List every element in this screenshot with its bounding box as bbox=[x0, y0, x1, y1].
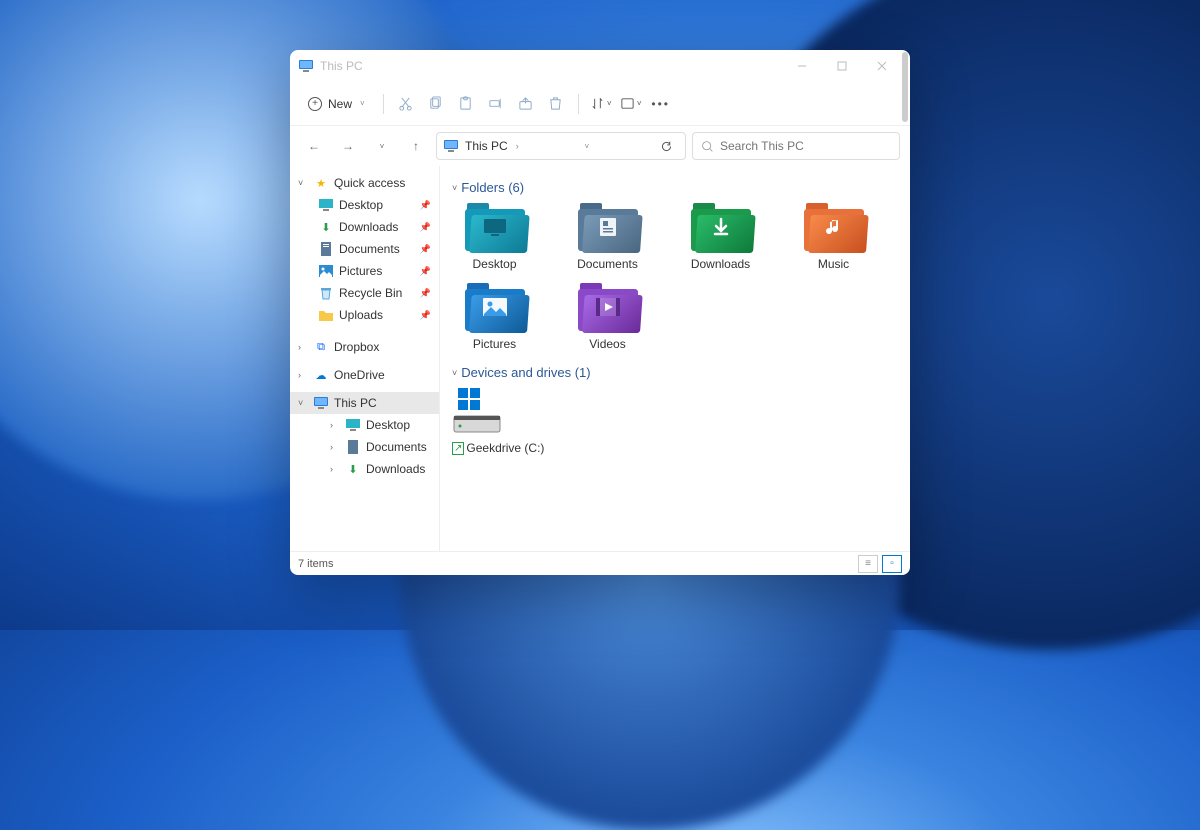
sidebar-item-onedrive[interactable]: ›☁OneDrive bbox=[290, 364, 439, 386]
sidebar-item-recyclebin[interactable]: Recycle Bin📌 bbox=[290, 282, 439, 304]
minimize-button[interactable] bbox=[782, 50, 822, 82]
chevron-right-icon: › bbox=[298, 370, 308, 380]
rename-button[interactable] bbox=[484, 92, 508, 116]
pin-icon: 📌 bbox=[420, 244, 431, 255]
address-bar[interactable]: This PC› ˅ bbox=[436, 132, 686, 160]
group-header-folders[interactable]: ˅Folders (6) bbox=[452, 180, 898, 195]
cut-button[interactable] bbox=[394, 92, 418, 116]
paste-button[interactable] bbox=[454, 92, 478, 116]
download-icon: ⬇ bbox=[318, 219, 334, 235]
chevron-right-icon: › bbox=[330, 442, 340, 452]
folder-music[interactable]: Music bbox=[791, 201, 876, 271]
explorer-window: This PC + New ˅ ˅ ˅ ••• ← → ˅ ↑ bbox=[290, 50, 910, 575]
videos-folder-icon bbox=[576, 281, 640, 333]
desktop-folder-icon bbox=[463, 201, 527, 253]
sidebar-item-desktop[interactable]: Desktop📌 bbox=[290, 194, 439, 216]
content-pane: ˅Folders (6) Desktop Documents Downloads… bbox=[440, 166, 910, 551]
recycle-icon bbox=[318, 285, 334, 301]
pin-icon: 📌 bbox=[420, 200, 431, 211]
document-icon bbox=[345, 439, 361, 455]
refresh-button[interactable] bbox=[655, 134, 679, 158]
chevron-down-icon: ˅ bbox=[452, 183, 457, 193]
download-icon: ⬇ bbox=[345, 461, 361, 477]
drive-icon bbox=[452, 386, 502, 439]
downloads-folder-icon bbox=[689, 201, 753, 253]
chevron-down-icon: ˅ bbox=[452, 368, 457, 378]
sidebar-item-pc-downloads[interactable]: ›⬇Downloads bbox=[290, 458, 439, 480]
sort-button[interactable]: ˅ bbox=[589, 92, 613, 116]
folder-videos[interactable]: Videos bbox=[565, 281, 650, 351]
sidebar-item-thispc[interactable]: ˅This PC bbox=[290, 392, 439, 414]
new-button[interactable]: + New ˅ bbox=[300, 93, 373, 115]
pin-icon: 📌 bbox=[420, 310, 431, 321]
folder-icon bbox=[318, 307, 334, 323]
thispc-icon bbox=[443, 138, 459, 154]
sidebar-item-pc-desktop[interactable]: ›Desktop bbox=[290, 414, 439, 436]
maximize-button[interactable] bbox=[822, 50, 862, 82]
sidebar-item-documents[interactable]: Documents📌 bbox=[290, 238, 439, 260]
search-input[interactable] bbox=[720, 139, 891, 153]
folder-documents[interactable]: Documents bbox=[565, 201, 650, 271]
chevron-right-icon: › bbox=[298, 342, 308, 352]
recent-button[interactable]: ˅ bbox=[368, 132, 396, 160]
chevron-down-icon: ˅ bbox=[298, 398, 308, 408]
pin-icon: 📌 bbox=[420, 222, 431, 233]
desktop-icon bbox=[345, 417, 361, 433]
back-button[interactable]: ← bbox=[300, 132, 328, 160]
sidebar-item-pictures[interactable]: Pictures📌 bbox=[290, 260, 439, 282]
sidebar: ˅ ★ Quick access Desktop📌 ⬇Downloads📌 Do… bbox=[290, 166, 440, 551]
view-button[interactable]: ˅ bbox=[619, 92, 643, 116]
item-count: 7 items bbox=[298, 558, 333, 570]
toolbar: + New ˅ ˅ ˅ ••• bbox=[290, 82, 910, 126]
titlebar: This PC bbox=[290, 50, 910, 82]
document-icon bbox=[318, 241, 334, 257]
pin-icon: 📌 bbox=[420, 288, 431, 299]
forward-button[interactable]: → bbox=[334, 132, 362, 160]
up-button[interactable]: ↑ bbox=[402, 132, 430, 160]
copy-button[interactable] bbox=[424, 92, 448, 116]
documents-folder-icon bbox=[576, 201, 640, 253]
more-button[interactable]: ••• bbox=[649, 92, 673, 116]
picture-icon bbox=[318, 263, 334, 279]
music-folder-icon bbox=[802, 201, 866, 253]
details-view-button[interactable]: ≡ bbox=[858, 555, 878, 573]
sidebar-item-uploads[interactable]: Uploads📌 bbox=[290, 304, 439, 326]
window-title: This PC bbox=[320, 59, 363, 73]
drive-c[interactable]: ↗ Geekdrive (C:) bbox=[452, 386, 552, 455]
sidebar-item-pc-documents[interactable]: ›Documents bbox=[290, 436, 439, 458]
group-header-drives[interactable]: ˅Devices and drives (1) bbox=[452, 365, 898, 380]
chevron-right-icon: › bbox=[330, 420, 340, 430]
new-button-label: New bbox=[328, 97, 352, 111]
nav-row: ← → ˅ ↑ This PC› ˅ bbox=[290, 126, 910, 166]
status-bar: 7 items ≡ ▫ bbox=[290, 551, 910, 575]
close-button[interactable] bbox=[862, 50, 902, 82]
chevron-down-icon: ˅ bbox=[360, 99, 365, 108]
dropbox-icon: ⧉ bbox=[313, 339, 329, 355]
pictures-folder-icon bbox=[463, 281, 527, 333]
pin-icon: 📌 bbox=[420, 266, 431, 277]
thispc-icon bbox=[298, 58, 314, 74]
thispc-icon bbox=[313, 395, 329, 411]
cloud-icon: ☁ bbox=[313, 367, 329, 383]
folder-downloads[interactable]: Downloads bbox=[678, 201, 763, 271]
icons-view-button[interactable]: ▫ bbox=[882, 555, 902, 573]
star-icon: ★ bbox=[313, 175, 329, 191]
plus-icon: + bbox=[308, 97, 322, 111]
folder-pictures[interactable]: Pictures bbox=[452, 281, 537, 351]
folder-desktop[interactable]: Desktop bbox=[452, 201, 537, 271]
share-button[interactable] bbox=[514, 92, 538, 116]
search-bar[interactable] bbox=[692, 132, 900, 160]
delete-button[interactable] bbox=[544, 92, 568, 116]
sidebar-item-dropbox[interactable]: ›⧉Dropbox bbox=[290, 336, 439, 358]
search-icon bbox=[701, 140, 714, 153]
chevron-right-icon: › bbox=[330, 464, 340, 474]
sidebar-item-quick-access[interactable]: ˅ ★ Quick access bbox=[290, 172, 439, 194]
shortcut-icon: ↗ bbox=[452, 442, 464, 455]
desktop-icon bbox=[318, 197, 334, 213]
sidebar-item-downloads[interactable]: ⬇Downloads📌 bbox=[290, 216, 439, 238]
breadcrumb[interactable]: This PC bbox=[465, 139, 508, 153]
chevron-down-icon: ˅ bbox=[298, 178, 308, 188]
